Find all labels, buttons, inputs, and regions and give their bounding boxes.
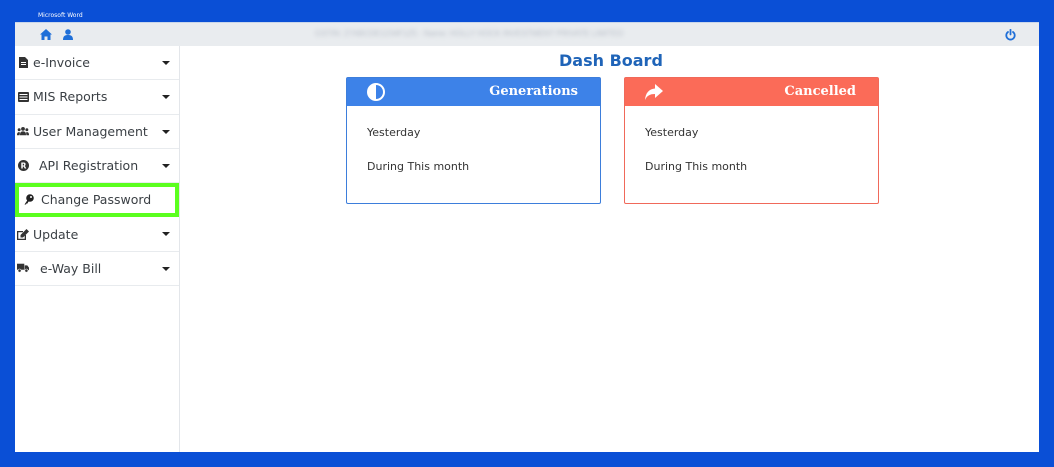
card-header: Cancelled [625,78,878,106]
sidebar-item-e-invoice[interactable]: e-Invoice [15,46,179,81]
sidebar-item-mis-reports[interactable]: MIS Reports [15,80,179,115]
card-header: Generations [347,78,600,106]
sidebar-item-label: e-Way Bill [40,260,102,276]
svg-text:R: R [20,161,26,170]
chevron-down-icon [162,61,170,65]
sidebar-item-user-management[interactable]: User Management [15,115,179,149]
sidebar-item-api-registration[interactable]: R API Registration [15,149,179,184]
cancelled-card: Cancelled Yesterday During This month [624,77,879,204]
home-icon[interactable] [39,28,53,42]
row-this-month: During This month [367,160,470,173]
sidebar-item-label: API Registration [39,158,139,174]
users-icon [17,125,29,137]
truck-icon [17,262,29,274]
sidebar-item-label: Change Password [41,192,152,208]
sidebar-item-label: User Management [33,123,148,139]
sidebar-item-label: Update [33,226,79,242]
sidebar-item-e-way-bill[interactable]: e-Way Bill [15,252,179,287]
edit-icon [17,228,29,240]
chevron-down-icon [162,163,170,168]
sidebar-item-label: MIS Reports [33,89,108,105]
card-title: Generations [489,84,578,99]
sidebar-item-label: e-Invoice [33,55,90,71]
row-yesterday: Yesterday [645,126,699,139]
organization-info: GSTIN: 27ABCDE1234F1Z5 - Name: HOLLY HOC… [315,29,624,38]
list-icon [17,91,29,103]
generations-card: Generations Yesterday During This month [346,77,601,204]
chevron-down-icon [162,129,170,134]
app-window: GSTIN: 27ABCDE1234F1Z5 - Name: HOLLY HOC… [15,22,1039,452]
window-title: Microsoft Word [38,12,83,19]
row-yesterday: Yesterday [367,126,421,139]
main-content: Dash Board Generations Yesterday During … [180,46,1039,452]
chevron-down-icon [162,95,170,100]
share-arrow-icon [645,83,663,101]
sidebar: e-Invoice MIS Reports User Management R … [15,46,180,452]
top-bar: GSTIN: 27ABCDE1234F1Z5 - Name: HOLLY HOC… [15,22,1039,46]
registered-icon: R [17,160,29,172]
row-this-month: During This month [645,160,748,173]
page-title: Dash Board [559,51,663,70]
half-circle-icon [367,83,385,101]
document-icon [17,57,29,69]
chevron-down-icon [162,266,170,271]
card-title: Cancelled [784,84,856,99]
sidebar-item-update[interactable]: Update [15,217,179,252]
chevron-down-icon [162,232,170,237]
key-icon [23,194,35,206]
power-icon[interactable] [1003,28,1017,42]
sidebar-item-change-password[interactable]: Change Password [15,183,179,218]
user-icon[interactable] [61,28,75,42]
